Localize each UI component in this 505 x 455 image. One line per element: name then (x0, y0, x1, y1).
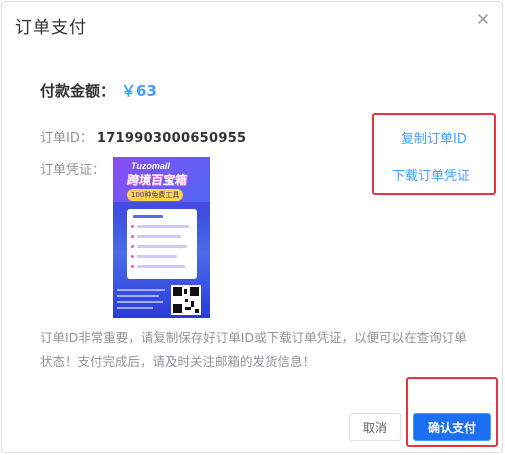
card-dot (131, 225, 134, 228)
card-dot (131, 245, 134, 248)
card-line (137, 245, 187, 248)
voucher-footer-line (117, 289, 165, 291)
order-id-value: 1719903000650955 (96, 131, 247, 146)
card-heading-line (133, 215, 163, 218)
order-id-row: 订单ID： 1719903000650955 (40, 127, 246, 146)
voucher-title: 跨境百宝箱 (125, 173, 188, 187)
close-icon[interactable] (476, 12, 490, 26)
voucher-footer-line (117, 301, 163, 303)
qr-code (171, 285, 201, 315)
payment-dialog: 订单支付 付款金额： ￥63 订单ID： 1719903000650955 订单凭证… (1, 1, 503, 453)
voucher-card (127, 209, 197, 279)
confirm-payment-button[interactable]: 确认支付 (413, 413, 491, 441)
amount-value: ￥63 (121, 82, 157, 100)
order-id-label: 订单ID： (40, 131, 93, 146)
notice-text: 订单ID非常重要，请复制保存好订单ID或下载订单凭证，以便可以在查询订单状态！支… (40, 330, 467, 369)
dialog-title: 订单支付 (15, 18, 87, 38)
voucher-footer-line (117, 295, 159, 297)
voucher-label: 订单凭证： (40, 163, 106, 178)
card-dot (131, 235, 134, 238)
voucher-image: Tuzomall 跨境百宝箱 100种免费工具 (113, 157, 210, 318)
card-line (137, 235, 181, 238)
card-line (137, 265, 185, 268)
voucher-footer-line (117, 307, 153, 309)
card-line (137, 255, 177, 258)
copy-order-id-link[interactable]: 复制订单ID (401, 128, 467, 147)
cancel-button[interactable]: 取消 (349, 413, 401, 441)
amount-row: 付款金额： ￥63 (40, 80, 157, 101)
card-dot (131, 265, 134, 268)
amount-label: 付款金额： (40, 82, 116, 100)
card-dot (131, 255, 134, 258)
download-voucher-link[interactable]: 下载订单凭证 (392, 165, 470, 184)
voucher-subtitle: 100种免费工具 (127, 189, 184, 201)
card-line (137, 225, 189, 228)
voucher-brand: Tuzomall (131, 161, 170, 171)
